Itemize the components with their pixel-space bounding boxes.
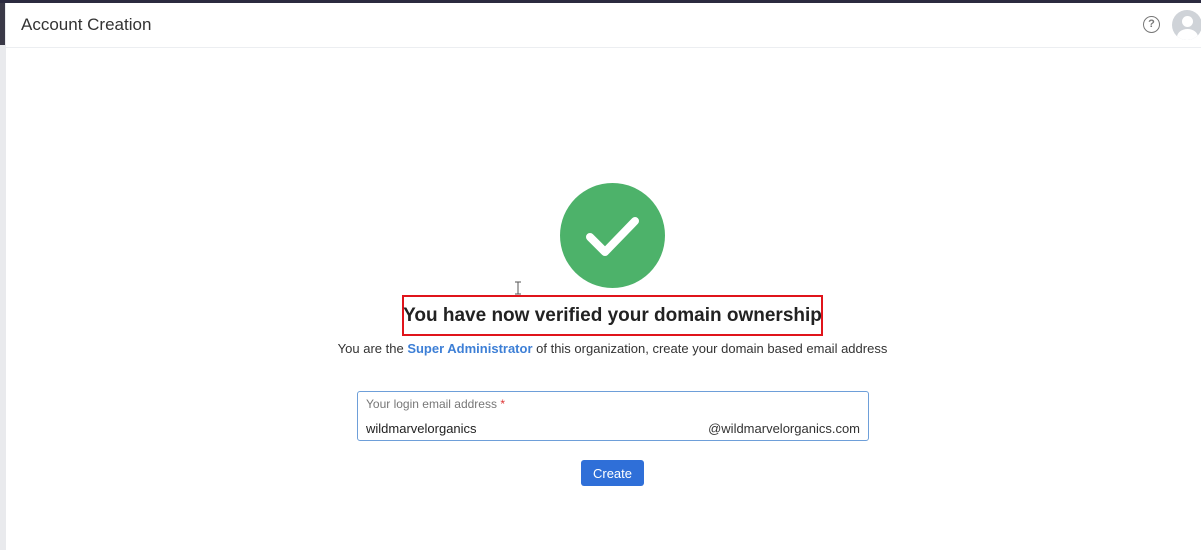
email-label-text: Your login email address xyxy=(366,397,497,411)
email-field-label: Your login email address * xyxy=(366,397,505,411)
required-marker: * xyxy=(500,397,505,411)
help-icon[interactable]: ? xyxy=(1143,16,1160,33)
avatar-body-shape xyxy=(1177,29,1198,40)
success-check-icon xyxy=(560,183,665,288)
create-button[interactable]: Create xyxy=(581,460,644,486)
check-icon xyxy=(586,217,639,256)
email-domain-suffix: @wildmarvelorganics.com xyxy=(708,421,860,436)
admin-info-prefix: You are the xyxy=(337,341,408,356)
verification-heading: You have now verified your domain owners… xyxy=(403,304,822,326)
text-cursor-icon xyxy=(514,281,522,295)
page-title: Account Creation xyxy=(21,15,152,34)
admin-info-suffix: of this organization, create your domain… xyxy=(532,341,888,356)
avatar-head-shape xyxy=(1182,16,1193,27)
admin-info-text: You are the Super Administrator of this … xyxy=(0,341,1201,356)
page-header: Account Creation ? xyxy=(6,3,1201,48)
super-administrator-link[interactable]: Super Administrator xyxy=(407,341,532,356)
verification-heading-highlight: You have now verified your domain owners… xyxy=(402,295,823,336)
login-email-field[interactable]: Your login email address * @wildmarvelor… xyxy=(357,391,869,441)
left-edge-panel xyxy=(0,3,6,550)
email-username-input[interactable] xyxy=(366,419,696,437)
left-edge-dark-strip xyxy=(0,3,5,45)
avatar[interactable] xyxy=(1172,10,1201,40)
